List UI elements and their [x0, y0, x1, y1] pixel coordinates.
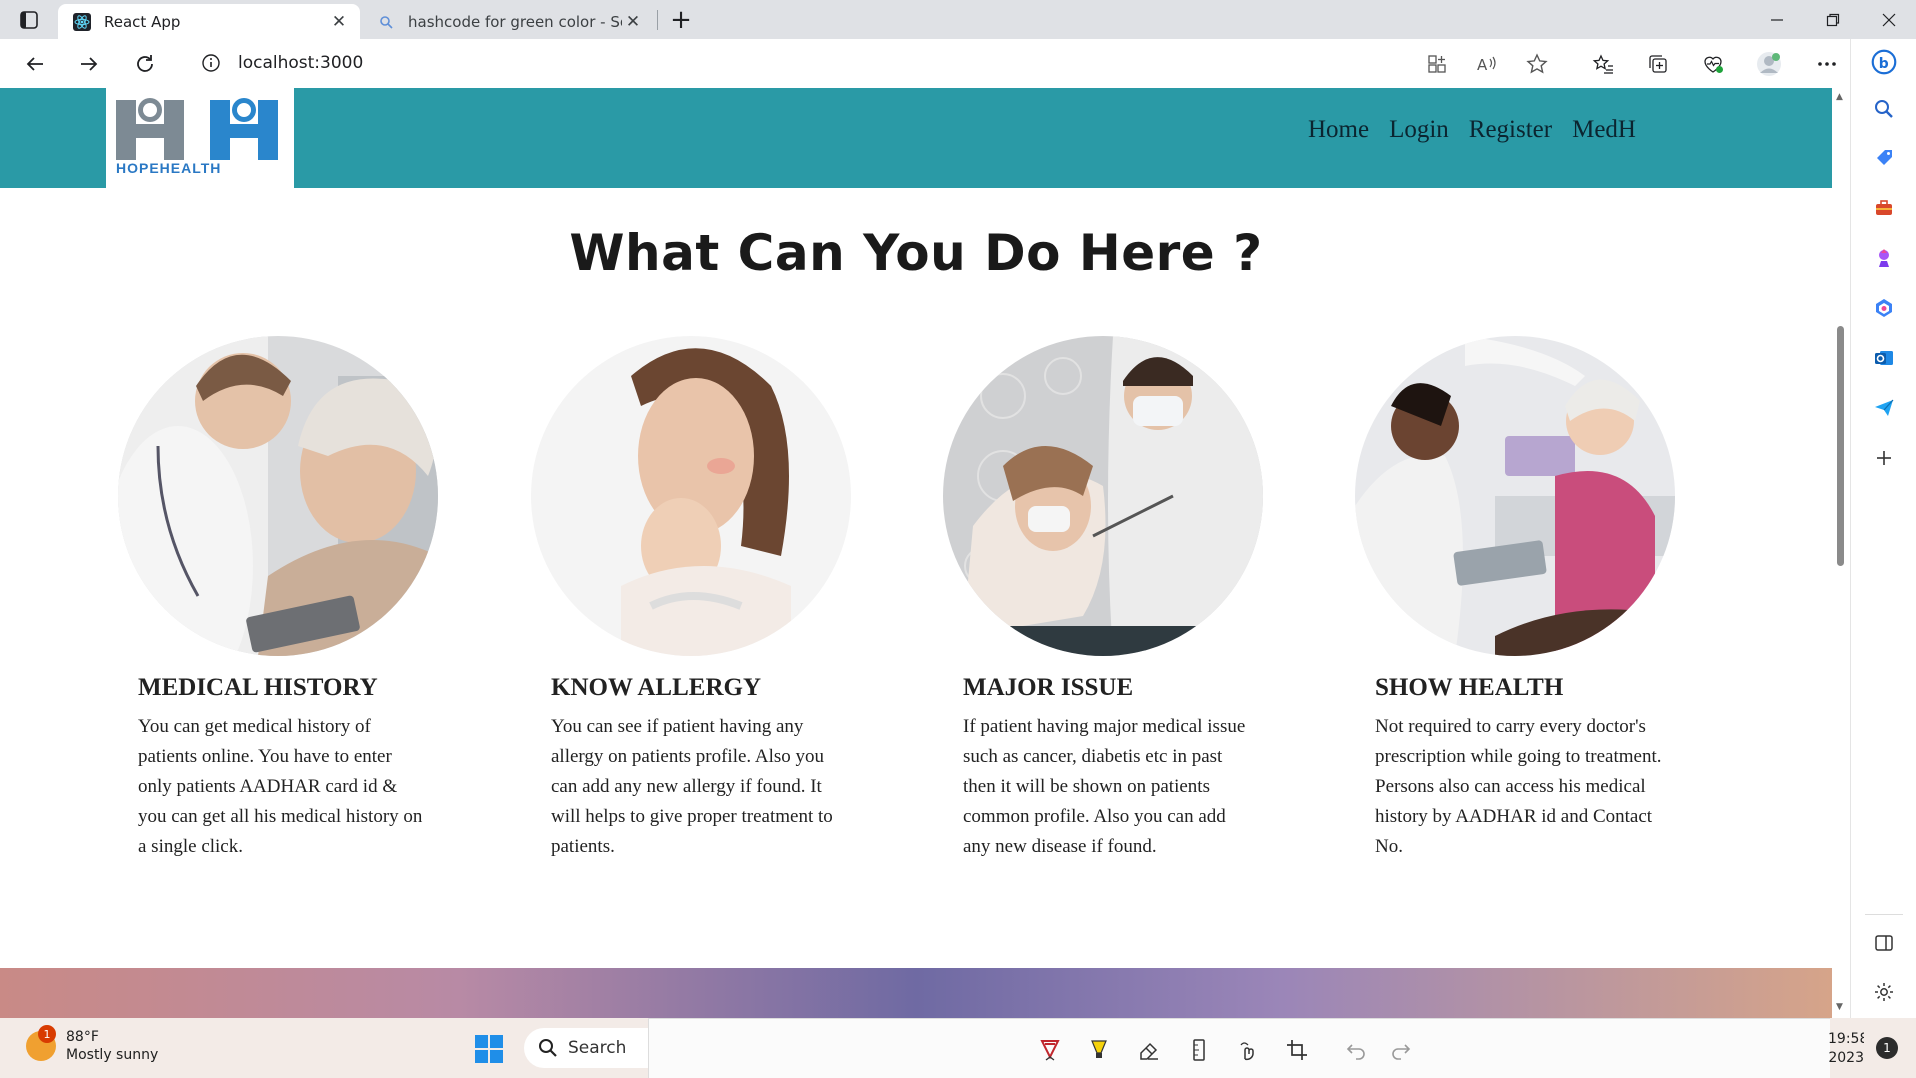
more-menu-icon[interactable]	[1812, 49, 1842, 79]
taskbar-search-label: Search	[568, 1038, 627, 1058]
svg-text:A: A	[1477, 56, 1488, 74]
redo-icon[interactable]	[1387, 1037, 1413, 1063]
copilot-icon[interactable]: b	[1871, 49, 1897, 75]
search-icon	[376, 12, 396, 32]
ruler-tool-icon[interactable]	[1186, 1037, 1212, 1063]
feature-title: MEDICAL HISTORY	[138, 674, 378, 701]
site-logo[interactable]: HOPEHEALTH	[106, 88, 294, 188]
weather-widget[interactable]: 1 88°F Mostly sunny	[26, 1025, 159, 1064]
tab-react-app[interactable]: React App ✕	[58, 4, 360, 39]
crop-tool-icon[interactable]	[1284, 1037, 1310, 1063]
edge-sidebar: b	[1850, 39, 1916, 1018]
react-icon	[72, 12, 92, 32]
browser-toolbar: localhost:3000 A	[0, 39, 1916, 88]
windows-taskbar: 1 88°F Mostly sunny Search 19:58 2023 1	[0, 1018, 1916, 1078]
svg-text:b: b	[1879, 56, 1889, 72]
url-text: localhost:3000	[238, 53, 364, 73]
close-tab-icon[interactable]: ✕	[328, 11, 350, 33]
doctor-with-patient-image	[118, 336, 438, 656]
notification-badge[interactable]: 1	[1876, 1037, 1898, 1059]
app-available-icon[interactable]	[1422, 49, 1452, 79]
tab-title: React App	[104, 12, 181, 31]
tab-actions-icon[interactable]	[18, 9, 40, 31]
eraser-tool-icon[interactable]	[1136, 1037, 1162, 1063]
feature-description: You can see if patient having any allerg…	[551, 716, 833, 857]
favorites-icon[interactable]	[1588, 49, 1618, 79]
collections-icon[interactable]	[1643, 49, 1673, 79]
games-icon[interactable]	[1871, 245, 1897, 271]
feature-card-show-health: SHOW HEALTH Not required to carry every …	[1343, 336, 1683, 862]
feature-card-major-issue: MAJOR ISSUE If patient having major medi…	[931, 336, 1271, 862]
nav-medh-link[interactable]: MedH	[1572, 116, 1636, 144]
tools-briefcase-icon[interactable]	[1871, 195, 1897, 221]
snipping-toolbar	[648, 1018, 1830, 1078]
search-icon[interactable]	[1871, 96, 1897, 122]
tab-title: hashcode for green color - Searc	[408, 12, 622, 31]
close-window-button[interactable]	[1862, 0, 1916, 39]
feature-description: You can get medical history of patients …	[138, 716, 423, 857]
read-aloud-icon[interactable]: A	[1472, 49, 1502, 79]
logo-wordmark: HOPEHEALTH	[116, 160, 222, 176]
tab-separator	[657, 10, 658, 30]
scrollbar-thumb[interactable]	[1837, 326, 1844, 566]
new-tab-button[interactable]: +	[668, 5, 694, 35]
weather-sun-icon: 1	[26, 1025, 56, 1061]
clock-date: 2023	[1828, 1050, 1864, 1066]
undo-icon[interactable]	[1344, 1037, 1370, 1063]
taskbar-clock[interactable]: 19:58 2023	[1828, 1030, 1864, 1068]
sidebar-divider	[1865, 914, 1903, 915]
browser-essentials-icon[interactable]	[1698, 49, 1728, 79]
page-scrollbar[interactable]: ▲ ▼	[1832, 88, 1850, 1018]
scroll-down-arrow-icon[interactable]: ▼	[1836, 1002, 1846, 1012]
woman-with-allergy-image	[531, 336, 851, 656]
profile-avatar[interactable]	[1754, 49, 1784, 79]
weather-condition: Mostly sunny	[66, 1047, 159, 1063]
feature-description: If patient having major medical issue su…	[963, 716, 1246, 857]
nav-login-link[interactable]: Login	[1389, 116, 1449, 144]
back-button[interactable]	[20, 49, 50, 79]
sidebar-settings-icon[interactable]	[1871, 979, 1897, 1005]
nav-register-link[interactable]: Register	[1469, 116, 1552, 144]
scroll-up-arrow-icon[interactable]: ▲	[1836, 92, 1846, 102]
favorite-star-icon[interactable]	[1522, 49, 1552, 79]
nurse-examining-patient-image	[943, 336, 1263, 656]
feature-title: KNOW ALLERGY	[551, 674, 761, 701]
search-icon	[538, 1038, 558, 1058]
restore-button[interactable]	[1806, 0, 1860, 39]
add-sidebar-app-icon[interactable]	[1871, 445, 1897, 471]
close-tab-icon[interactable]: ✕	[622, 11, 644, 33]
outlook-icon[interactable]	[1871, 345, 1897, 371]
weather-badge: 1	[38, 1025, 56, 1043]
doctor-and-senior-patient-image	[1355, 336, 1675, 656]
forward-button[interactable]	[74, 49, 104, 79]
hide-sidebar-icon[interactable]	[1871, 930, 1897, 956]
feature-card-medical-history: MEDICAL HISTORY You can get medical hist…	[106, 336, 446, 862]
minimize-button[interactable]	[1750, 0, 1804, 39]
hero-banner-image	[0, 968, 1832, 1018]
page-viewport: HOPEHEALTH Home Login Register MedH What…	[0, 88, 1832, 1018]
send-telegram-icon[interactable]	[1871, 395, 1897, 421]
feature-description: Not required to carry every doctor's pre…	[1375, 716, 1662, 857]
tab-bar: React App ✕ hashcode for green color - S…	[0, 0, 1916, 39]
address-bar[interactable]: localhost:3000	[180, 44, 1580, 82]
main-nav: Home Login Register MedH	[1308, 116, 1636, 144]
feature-title: SHOW HEALTH	[1375, 674, 1564, 701]
tab-search[interactable]: hashcode for green color - Searc ✕	[362, 4, 654, 39]
touch-writing-icon[interactable]	[1235, 1037, 1261, 1063]
clock-time: 19:58	[1828, 1031, 1864, 1047]
page-heading: What Can You Do Here ?	[569, 224, 1263, 282]
nav-home-link[interactable]: Home	[1308, 116, 1369, 144]
highlighter-tool-icon[interactable]	[1086, 1037, 1112, 1063]
weather-temp: 88°F	[66, 1029, 99, 1045]
shopping-tag-icon[interactable]	[1871, 145, 1897, 171]
site-navbar: HOPEHEALTH Home Login Register MedH	[0, 88, 1832, 188]
feature-card-know-allergy: KNOW ALLERGY You can see if patient havi…	[519, 336, 859, 862]
site-info-icon[interactable]	[200, 52, 222, 74]
refresh-button[interactable]	[130, 49, 160, 79]
feature-title: MAJOR ISSUE	[963, 674, 1134, 701]
microsoft-365-icon[interactable]	[1871, 295, 1897, 321]
pen-tool-icon[interactable]	[1037, 1037, 1063, 1063]
windows-start-icon[interactable]	[474, 1034, 504, 1064]
